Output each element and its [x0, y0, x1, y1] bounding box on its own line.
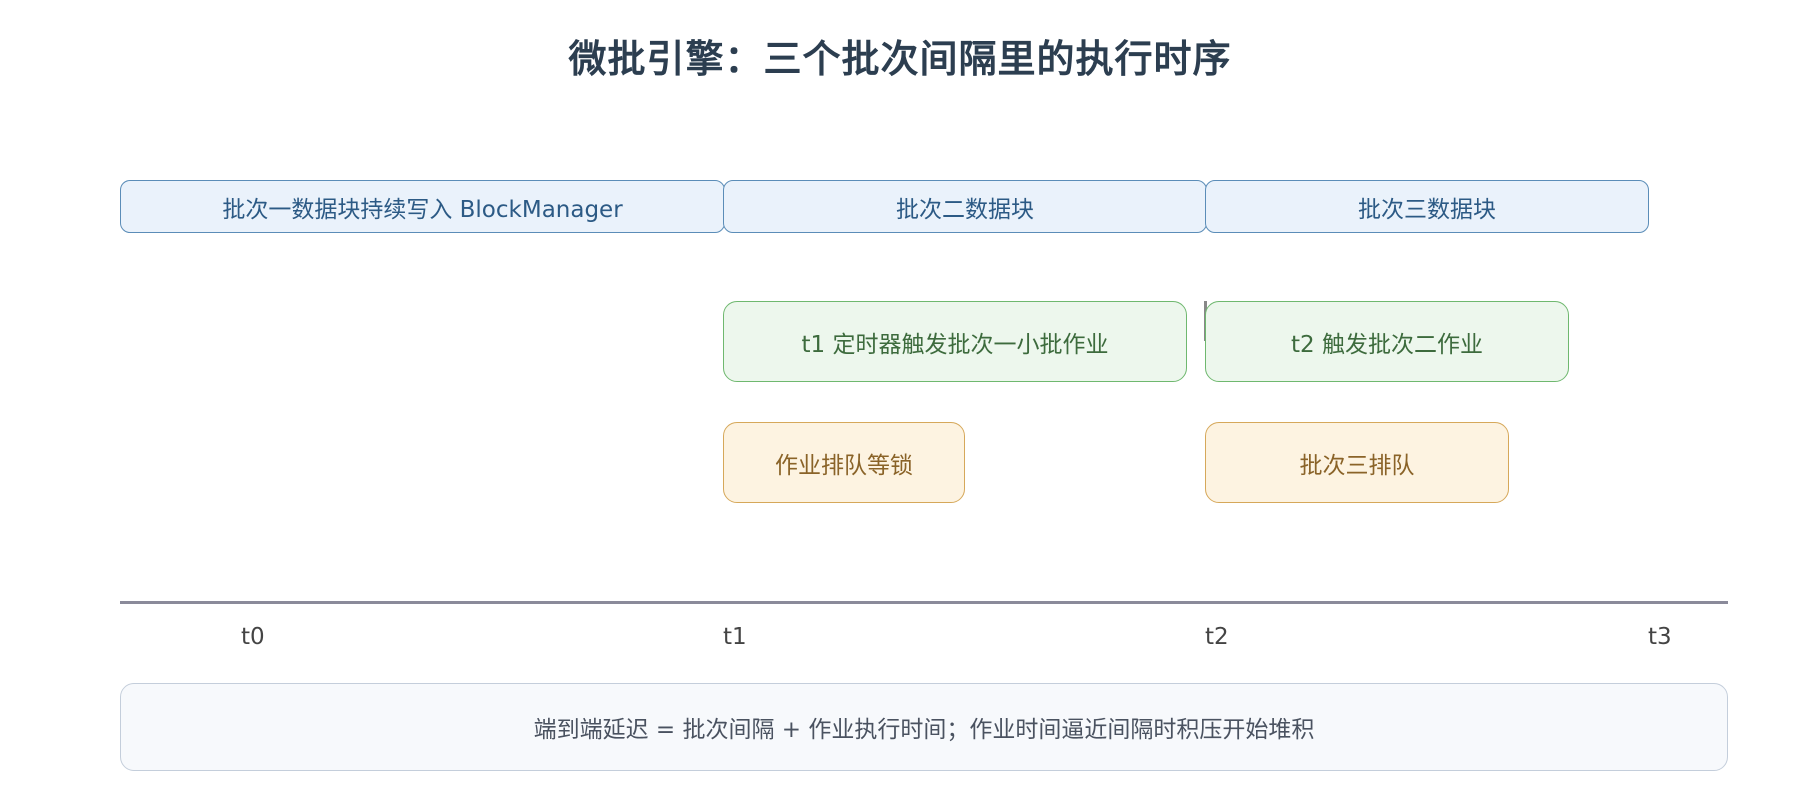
tick-t1: t1: [723, 624, 747, 650]
batch-1-data-label: 批次一数据块持续写入 BlockManager: [222, 196, 623, 223]
timeline-axis: [120, 601, 1728, 604]
batch-2-job-label: t2 触发批次二作业: [1291, 331, 1483, 358]
batch-3-data-label: 批次三数据块: [1358, 196, 1496, 223]
batch-2-data-block: 批次二数据块: [723, 180, 1207, 233]
batch-3-queue-label: 批次三排队: [1299, 452, 1415, 479]
tick-t3: t3: [1648, 624, 1672, 650]
latency-note-text: 端到端延迟 = 批次间隔 + 作业执行时间；作业时间逼近间隔时积压开始堆积: [533, 717, 1315, 743]
latency-note-box: 端到端延迟 = 批次间隔 + 作业执行时间；作业时间逼近间隔时积压开始堆积: [120, 683, 1728, 771]
tick-t2: t2: [1205, 624, 1229, 650]
batch-1-job-label: t1 定时器触发批次一小批作业: [801, 331, 1109, 358]
batch-2-job-block: t2 触发批次二作业: [1205, 301, 1569, 382]
diagram-title: 微批引擎：三个批次间隔里的执行时序: [568, 37, 1232, 81]
batch-2-data-label: 批次二数据块: [896, 196, 1034, 223]
batch-3-queue-block: 批次三排队: [1205, 422, 1509, 503]
job-queue-block: 作业排队等锁: [723, 422, 965, 503]
batch-1-data-block: 批次一数据块持续写入 BlockManager: [120, 180, 725, 233]
tick-t0: t0: [241, 624, 265, 650]
batch-3-data-block: 批次三数据块: [1205, 180, 1649, 233]
job-queue-label: 作业排队等锁: [775, 452, 913, 479]
batch-1-job-block: t1 定时器触发批次一小批作业: [723, 301, 1187, 382]
